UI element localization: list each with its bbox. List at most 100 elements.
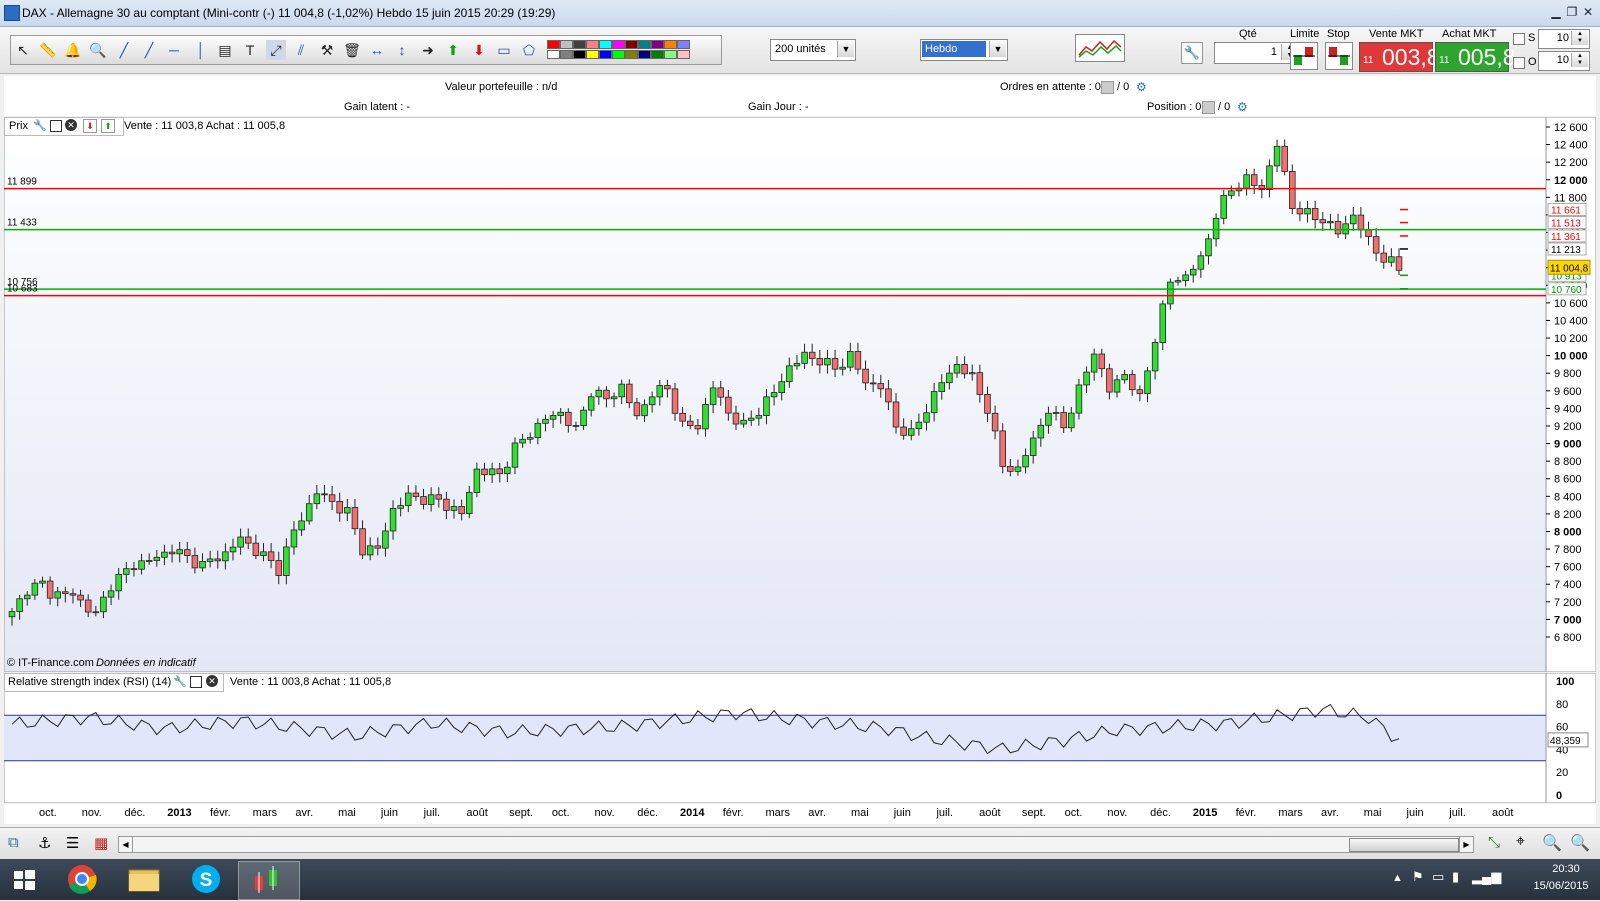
scroll-right-icon[interactable]: ▶: [1459, 837, 1473, 852]
color-swatch[interactable]: [638, 40, 651, 49]
down-arrow-icon[interactable]: ⬇: [469, 40, 489, 60]
scrollbar-thumb[interactable]: [1349, 838, 1459, 852]
period-select[interactable]: Hebdo ▼: [920, 39, 1008, 61]
chart-window-icon[interactable]: ⧉: [8, 834, 19, 851]
color-swatch[interactable]: [547, 40, 560, 49]
close-panel-icon[interactable]: ✕: [206, 675, 218, 687]
ray-line-icon[interactable]: ╱: [139, 40, 159, 60]
color-swatch[interactable]: [664, 40, 677, 49]
qty-stepper[interactable]: 1 ▲▼: [1214, 42, 1300, 64]
window-icon[interactable]: [50, 120, 62, 132]
sell-arrow-icon[interactable]: ⬇: [83, 119, 97, 133]
trading-app-taskbar-item[interactable]: [238, 861, 300, 900]
anchor-icon[interactable]: ⚓: [38, 834, 51, 852]
restore-button[interactable]: ❐: [1564, 5, 1580, 19]
scroll-left-icon[interactable]: ◀: [119, 837, 133, 852]
price-chart[interactable]: 12 60012 40012 20012 00011 80011 60011 4…: [3, 116, 1597, 673]
color-swatch[interactable]: [599, 40, 612, 49]
color-swatch[interactable]: [612, 50, 625, 59]
right-arrow-icon[interactable]: ➜: [418, 40, 438, 60]
start-button[interactable]: [2, 861, 46, 898]
stepper-arrows-icon[interactable]: ▲▼: [1571, 53, 1588, 67]
o-checkbox[interactable]: [1513, 57, 1525, 69]
color-swatch[interactable]: [651, 40, 664, 49]
trash-icon[interactable]: 🗑: [342, 40, 362, 60]
up-arrow-icon[interactable]: ⬆: [443, 40, 463, 60]
clock-date[interactable]: 15/06/2015: [1526, 880, 1596, 892]
units-select[interactable]: 200 unités ▼: [770, 39, 856, 61]
battery-icon[interactable]: ▮: [1452, 869, 1459, 885]
indicators-icon[interactable]: ▦: [94, 834, 108, 852]
s-stepper[interactable]: 10 ▲ ▼: [1538, 29, 1590, 49]
close-button[interactable]: ✕: [1580, 5, 1596, 19]
price-chart-panel[interactable]: 12 60012 40012 20012 00011 80011 60011 4…: [3, 116, 1597, 673]
color-swatch[interactable]: [599, 50, 612, 59]
chrome-taskbar-item[interactable]: [52, 861, 112, 898]
polygon-icon[interactable]: ⬠: [519, 40, 539, 60]
color-swatch[interactable]: [677, 50, 690, 59]
flag-icon[interactable]: ⚑: [1412, 869, 1424, 885]
rsi-panel[interactable]: 100 80 60 40 20 0 48,359 Relative strength ind…: [3, 672, 1597, 804]
color-swatch[interactable]: [612, 40, 625, 49]
color-swatch[interactable]: [625, 50, 638, 59]
color-swatch[interactable]: [651, 50, 664, 59]
hammer-icon[interactable]: ⚒: [317, 40, 337, 60]
close-position-icon[interactable]: [1202, 101, 1215, 114]
stop-order-button[interactable]: [1325, 42, 1353, 70]
color-swatch[interactable]: [638, 50, 651, 59]
color-swatch[interactable]: [547, 50, 560, 59]
color-swatch[interactable]: [573, 50, 586, 59]
parallel-lines-icon[interactable]: ⫽: [291, 40, 311, 60]
wrench-icon[interactable]: 🔧: [1181, 42, 1203, 64]
wrench-icon[interactable]: 🔧: [173, 675, 187, 688]
zoom-out-icon[interactable]: 🔍: [1542, 833, 1562, 853]
limit-order-button[interactable]: [1290, 42, 1318, 70]
stepper-arrows-icon[interactable]: ▲▼: [1571, 31, 1588, 45]
color-swatch[interactable]: [677, 40, 690, 49]
sell-mkt-button[interactable]: 11 003,8: [1359, 42, 1440, 72]
ruler-icon[interactable]: 📏: [38, 40, 58, 60]
text-tool-icon[interactable]: T: [240, 40, 260, 60]
pointer-icon[interactable]: ↖: [13, 40, 33, 60]
color-swatch[interactable]: [586, 50, 599, 59]
display-icon[interactable]: ▭: [1432, 869, 1444, 885]
rectangle-icon[interactable]: ▭: [494, 40, 514, 60]
buy-arrow-icon[interactable]: ⬆: [101, 119, 115, 133]
gear-icon[interactable]: ⚙: [1136, 80, 1147, 94]
wrench-icon[interactable]: 🔧: [33, 119, 47, 132]
color-swatch[interactable]: [560, 50, 573, 59]
fibonacci-icon[interactable]: ▤: [215, 40, 235, 60]
window-icon[interactable]: [190, 676, 202, 688]
alarm-bell-icon[interactable]: 🔔: [63, 40, 83, 60]
s-checkbox[interactable]: [1513, 33, 1525, 45]
horizontal-scrollbar[interactable]: ◀ ▶: [118, 836, 1474, 853]
network-icon[interactable]: ▂▄▆: [1472, 869, 1501, 885]
horizontal-line-icon[interactable]: ─: [164, 40, 184, 60]
vertical-line-icon[interactable]: │: [191, 40, 211, 60]
close-panel-icon[interactable]: ✕: [65, 119, 77, 131]
skype-taskbar-item[interactable]: S: [176, 861, 236, 898]
zoom-fit-icon[interactable]: ⌖: [1516, 833, 1525, 851]
horizontal-arrows-icon[interactable]: ↔: [367, 40, 387, 60]
clock-time[interactable]: 20:30: [1536, 863, 1596, 875]
vertical-arrows-icon[interactable]: ↕: [392, 40, 412, 60]
chart-type-button[interactable]: [1075, 34, 1125, 62]
trendline-icon[interactable]: ╱: [114, 40, 134, 60]
list-icon[interactable]: ☰: [66, 834, 79, 852]
minimize-button[interactable]: ▁: [1548, 5, 1564, 19]
gear-icon[interactable]: ⚙: [1237, 100, 1248, 114]
color-swatch[interactable]: [573, 40, 586, 49]
color-palette[interactable]: [547, 39, 697, 61]
o-stepper[interactable]: 10 ▲ ▼: [1538, 51, 1590, 71]
color-swatch[interactable]: [664, 50, 677, 59]
zoom-in-icon[interactable]: 🔍: [1570, 833, 1590, 853]
close-orders-icon[interactable]: [1101, 81, 1114, 94]
autoscale-icon[interactable]: ⤡: [1488, 834, 1500, 851]
channel-icon[interactable]: ⤢: [266, 40, 286, 60]
tray-chevron-icon[interactable]: ▲: [1392, 872, 1403, 884]
color-swatch[interactable]: [625, 40, 638, 49]
buy-mkt-button[interactable]: 11 005,8: [1435, 42, 1516, 72]
explorer-taskbar-item[interactable]: [114, 861, 174, 898]
color-swatch[interactable]: [560, 40, 573, 49]
rsi-chart[interactable]: 10080604020048,359: [3, 672, 1597, 804]
